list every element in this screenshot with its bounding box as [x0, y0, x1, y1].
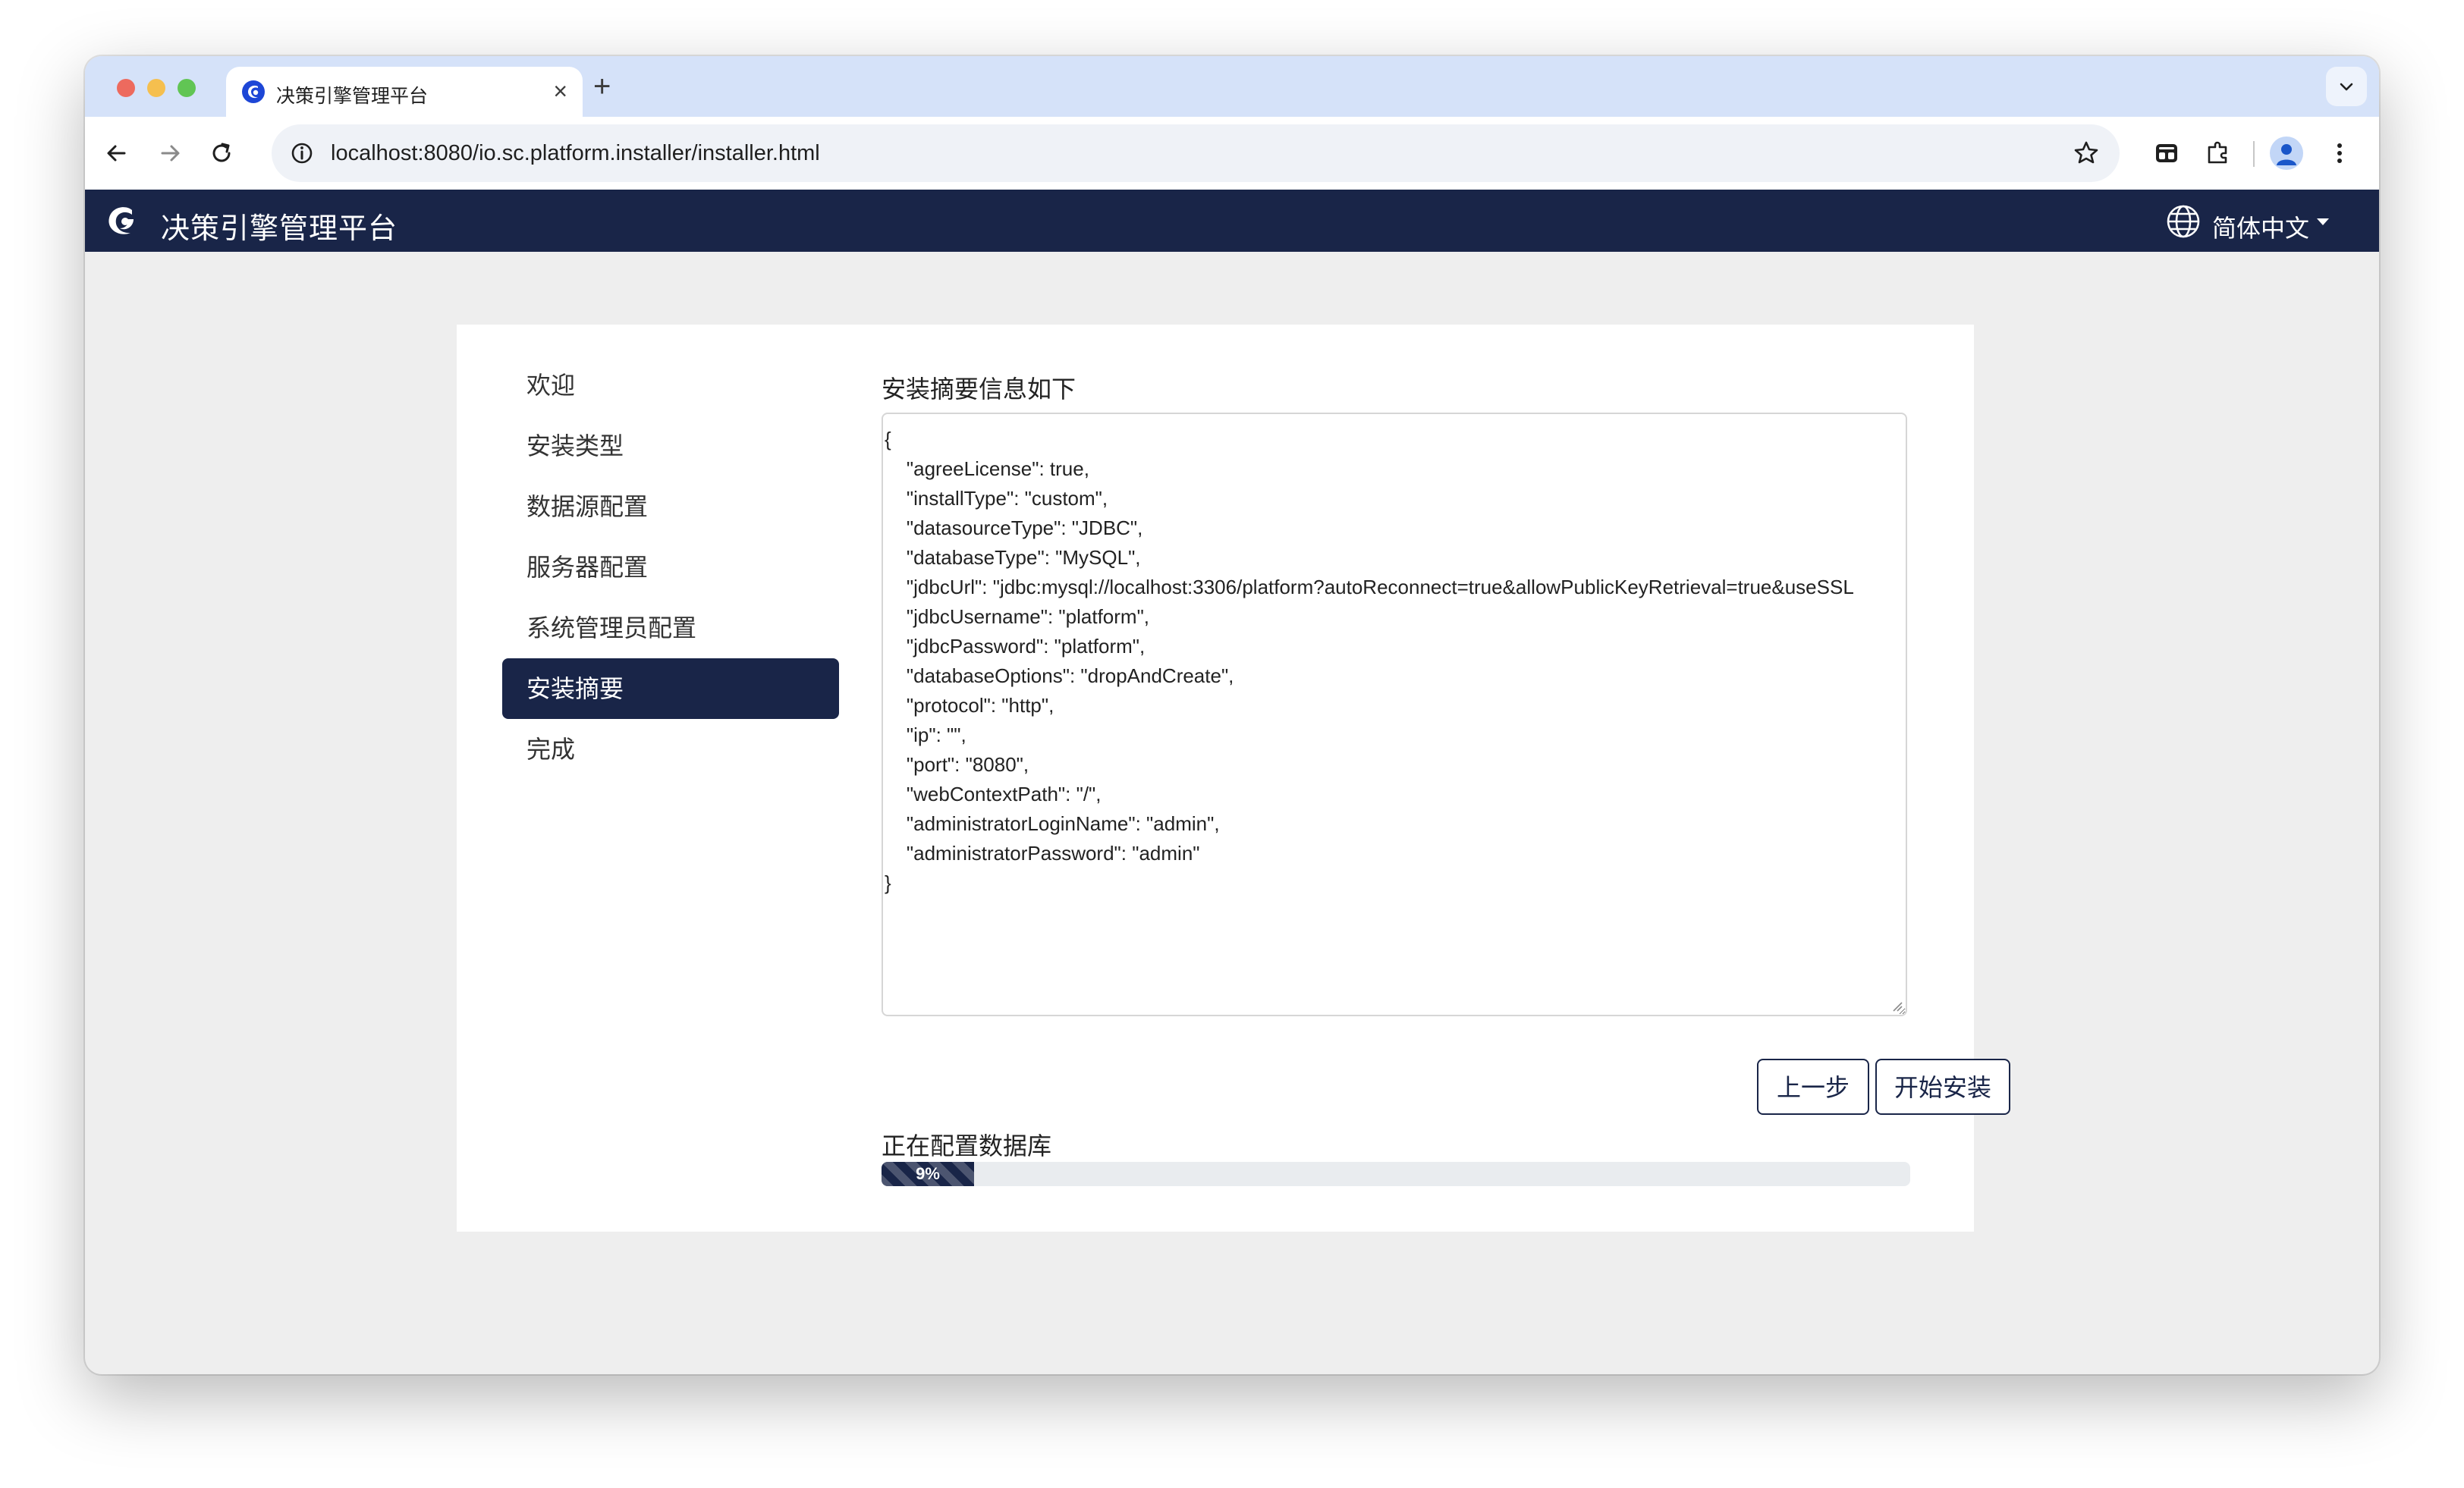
browser-window: 决策引擎管理平台 × + localhost:8080/io.sc.platfo…: [85, 56, 2379, 1374]
summary-line: "jdbcUsername": "platform",: [885, 605, 1150, 628]
url-text[interactable]: localhost:8080/io.sc.platform.installer/…: [331, 141, 820, 166]
tab-close-icon[interactable]: ×: [553, 76, 567, 106]
summary-line: "protocol": "http",: [885, 694, 1054, 717]
profile-avatar[interactable]: [2270, 137, 2303, 170]
summary-line: "port": "8080",: [885, 753, 1029, 776]
close-window-button[interactable]: [117, 79, 135, 97]
summary-line: {: [885, 428, 891, 450]
bookmark-star-icon[interactable]: [2071, 138, 2101, 168]
browser-toolbar: localhost:8080/io.sc.platform.installer/…: [85, 117, 2379, 190]
summary-line: "installType": "custom",: [885, 487, 1108, 510]
progress-label: 正在配置数据库: [882, 1132, 1052, 1160]
step-datasource-config[interactable]: 数据源配置: [502, 476, 839, 537]
person-icon: [2277, 144, 2296, 165]
site-info-icon[interactable]: [287, 138, 317, 168]
minimize-window-button[interactable]: [147, 79, 165, 97]
chevron-down-icon: [2340, 83, 2353, 91]
summary-line: "administratorPassword": "admin": [885, 842, 1200, 865]
step-install-type[interactable]: 安装类型: [502, 416, 839, 476]
summary-line: "databaseOptions": "dropAndCreate",: [885, 664, 1234, 687]
summary-line: }: [885, 871, 891, 894]
summary-line: "agreeLicense": true,: [885, 457, 1089, 480]
reload-icon[interactable]: [206, 138, 237, 168]
extensions-puzzle-icon[interactable]: [2202, 137, 2235, 170]
step-welcome[interactable]: 欢迎: [502, 355, 839, 416]
forward-icon[interactable]: [155, 138, 185, 168]
maximize-window-button[interactable]: [178, 79, 196, 97]
summary-line: "administratorLoginName": "admin",: [885, 812, 1220, 835]
summary-textarea[interactable]: { "agreeLicense": true, "installType": "…: [882, 413, 1907, 1016]
start-install-button[interactable]: 开始安装: [1875, 1059, 2010, 1115]
installer-step-menu: 欢迎 安装类型 数据源配置 服务器配置 系统管理员配置 安装摘要 完成: [502, 355, 839, 780]
back-icon[interactable]: [102, 138, 132, 168]
toolbar-separator: [2253, 141, 2255, 167]
installer-card: 欢迎 安装类型 数据源配置 服务器配置 系统管理员配置 安装摘要 完成 安装摘要…: [457, 325, 2010, 1232]
new-tab-button[interactable]: +: [593, 68, 611, 105]
install-progress-bar: 9%: [882, 1162, 1910, 1186]
progress-fill: 9%: [882, 1162, 975, 1186]
step-admin-config[interactable]: 系统管理员配置: [502, 598, 839, 658]
previous-step-button[interactable]: 上一步: [1757, 1059, 1869, 1115]
step-server-config[interactable]: 服务器配置: [502, 537, 839, 598]
caret-down-icon: [2317, 218, 2329, 225]
tab-strip: 决策引擎管理平台 × +: [85, 56, 2379, 117]
app-favicon-icon: [242, 80, 265, 103]
summary-line: "webContextPath": "/",: [885, 783, 1102, 805]
summary-line: "jdbcUrl": "jdbc:mysql://localhost:3306/…: [885, 576, 1854, 598]
summary-title: 安装摘要信息如下: [882, 375, 1076, 403]
summary-line: "ip": "",: [885, 724, 966, 746]
summary-line: "jdbcPassword": "platform",: [885, 635, 1146, 658]
globe-icon: [2167, 205, 2200, 238]
summary-line: "databaseType": "MySQL",: [885, 546, 1141, 569]
tab-search-button[interactable]: [2326, 67, 2367, 106]
summary-line: "datasourceType": "JDBC",: [885, 516, 1143, 539]
more-menu-icon[interactable]: [2323, 137, 2356, 170]
app-header: 决策引擎管理平台 简体中文: [85, 190, 2379, 252]
extension-app-icon[interactable]: [2150, 137, 2183, 170]
language-label: 简体中文: [2212, 215, 2310, 242]
resize-grip-icon[interactable]: [1890, 1000, 1903, 1012]
tab-title: 决策引擎管理平台: [276, 86, 429, 107]
app-title: 决策引擎管理平台: [161, 213, 398, 245]
step-finish[interactable]: 完成: [502, 719, 839, 780]
address-bar[interactable]: localhost:8080/io.sc.platform.installer/…: [272, 124, 2120, 182]
step-install-summary[interactable]: 安装摘要: [502, 658, 839, 719]
browser-tab[interactable]: 决策引擎管理平台 ×: [226, 67, 583, 117]
app-logo-icon: [108, 207, 134, 234]
